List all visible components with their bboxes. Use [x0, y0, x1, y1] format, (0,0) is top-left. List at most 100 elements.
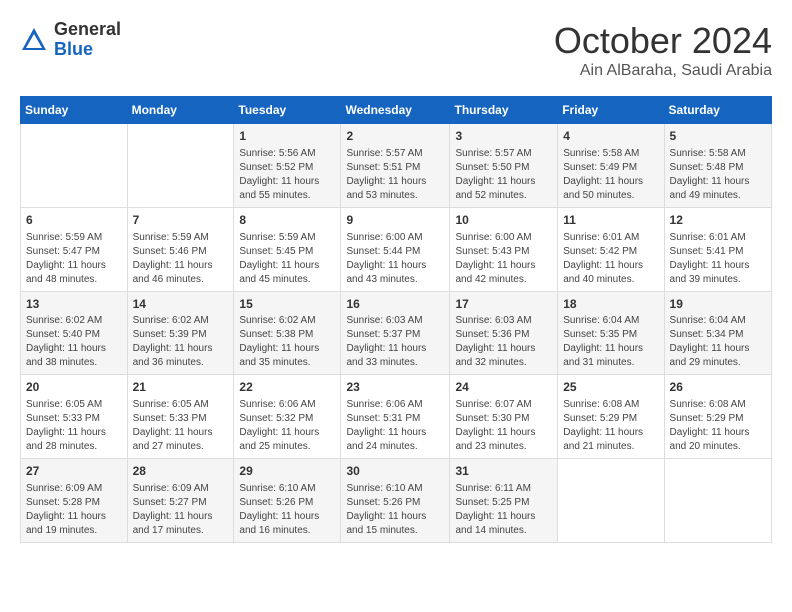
calendar-cell: 16 Sunrise: 6:03 AMSunset: 5:37 PMDaylig… [341, 291, 450, 375]
day-info: Sunrise: 5:59 AMSunset: 5:45 PMDaylight:… [239, 231, 335, 287]
day-info: Sunrise: 5:57 AMSunset: 5:51 PMDaylight:… [346, 147, 444, 203]
calendar-cell [127, 124, 234, 208]
day-info: Sunrise: 6:08 AMSunset: 5:29 PMDaylight:… [563, 398, 658, 454]
calendar-week-row: 13 Sunrise: 6:02 AMSunset: 5:40 PMDaylig… [21, 291, 772, 375]
day-number: 3 [455, 128, 552, 145]
calendar-cell: 2 Sunrise: 5:57 AMSunset: 5:51 PMDayligh… [341, 124, 450, 208]
day-number: 30 [346, 463, 444, 480]
weekday-header-thursday: Thursday [450, 97, 558, 124]
day-info: Sunrise: 6:08 AMSunset: 5:29 PMDaylight:… [670, 398, 766, 454]
day-info: Sunrise: 6:01 AMSunset: 5:42 PMDaylight:… [563, 231, 658, 287]
day-info: Sunrise: 6:05 AMSunset: 5:33 PMDaylight:… [26, 398, 122, 454]
day-number: 14 [133, 296, 229, 313]
logo: General Blue [20, 20, 121, 60]
day-info: Sunrise: 6:07 AMSunset: 5:30 PMDaylight:… [455, 398, 552, 454]
day-info: Sunrise: 6:04 AMSunset: 5:35 PMDaylight:… [563, 314, 658, 370]
day-info: Sunrise: 6:03 AMSunset: 5:36 PMDaylight:… [455, 314, 552, 370]
weekday-header-tuesday: Tuesday [234, 97, 341, 124]
title-block: October 2024 Ain AlBaraha, Saudi Arabia [554, 20, 772, 80]
weekday-header-monday: Monday [127, 97, 234, 124]
calendar-cell [558, 459, 664, 543]
day-number: 6 [26, 212, 122, 229]
day-number: 25 [563, 379, 658, 396]
day-info: Sunrise: 6:04 AMSunset: 5:34 PMDaylight:… [670, 314, 766, 370]
day-number: 31 [455, 463, 552, 480]
weekday-header-wednesday: Wednesday [341, 97, 450, 124]
calendar-cell: 14 Sunrise: 6:02 AMSunset: 5:39 PMDaylig… [127, 291, 234, 375]
day-number: 9 [346, 212, 444, 229]
day-number: 4 [563, 128, 658, 145]
calendar-cell: 15 Sunrise: 6:02 AMSunset: 5:38 PMDaylig… [234, 291, 341, 375]
day-number: 16 [346, 296, 444, 313]
weekday-header-friday: Friday [558, 97, 664, 124]
day-info: Sunrise: 6:00 AMSunset: 5:43 PMDaylight:… [455, 231, 552, 287]
day-number: 5 [670, 128, 766, 145]
day-info: Sunrise: 6:06 AMSunset: 5:31 PMDaylight:… [346, 398, 444, 454]
calendar-cell: 19 Sunrise: 6:04 AMSunset: 5:34 PMDaylig… [664, 291, 771, 375]
day-info: Sunrise: 6:03 AMSunset: 5:37 PMDaylight:… [346, 314, 444, 370]
calendar-week-row: 20 Sunrise: 6:05 AMSunset: 5:33 PMDaylig… [21, 375, 772, 459]
day-number: 26 [670, 379, 766, 396]
day-info: Sunrise: 5:58 AMSunset: 5:49 PMDaylight:… [563, 147, 658, 203]
day-number: 7 [133, 212, 229, 229]
day-info: Sunrise: 6:06 AMSunset: 5:32 PMDaylight:… [239, 398, 335, 454]
calendar-cell: 7 Sunrise: 5:59 AMSunset: 5:46 PMDayligh… [127, 207, 234, 291]
calendar-cell: 22 Sunrise: 6:06 AMSunset: 5:32 PMDaylig… [234, 375, 341, 459]
weekday-header-saturday: Saturday [664, 97, 771, 124]
calendar-week-row: 6 Sunrise: 5:59 AMSunset: 5:47 PMDayligh… [21, 207, 772, 291]
calendar-week-row: 1 Sunrise: 5:56 AMSunset: 5:52 PMDayligh… [21, 124, 772, 208]
calendar-week-row: 27 Sunrise: 6:09 AMSunset: 5:28 PMDaylig… [21, 459, 772, 543]
day-number: 29 [239, 463, 335, 480]
calendar-cell: 26 Sunrise: 6:08 AMSunset: 5:29 PMDaylig… [664, 375, 771, 459]
day-number: 11 [563, 212, 658, 229]
calendar-cell: 21 Sunrise: 6:05 AMSunset: 5:33 PMDaylig… [127, 375, 234, 459]
calendar-cell: 17 Sunrise: 6:03 AMSunset: 5:36 PMDaylig… [450, 291, 558, 375]
day-number: 17 [455, 296, 552, 313]
calendar-cell: 29 Sunrise: 6:10 AMSunset: 5:26 PMDaylig… [234, 459, 341, 543]
calendar-cell: 31 Sunrise: 6:11 AMSunset: 5:25 PMDaylig… [450, 459, 558, 543]
day-number: 2 [346, 128, 444, 145]
day-number: 22 [239, 379, 335, 396]
calendar-header-row: SundayMondayTuesdayWednesdayThursdayFrid… [21, 97, 772, 124]
day-number: 24 [455, 379, 552, 396]
calendar-cell: 1 Sunrise: 5:56 AMSunset: 5:52 PMDayligh… [234, 124, 341, 208]
calendar-cell: 13 Sunrise: 6:02 AMSunset: 5:40 PMDaylig… [21, 291, 128, 375]
calendar-cell: 18 Sunrise: 6:04 AMSunset: 5:35 PMDaylig… [558, 291, 664, 375]
day-info: Sunrise: 5:59 AMSunset: 5:46 PMDaylight:… [133, 231, 229, 287]
calendar-cell [21, 124, 128, 208]
day-number: 10 [455, 212, 552, 229]
calendar-cell: 24 Sunrise: 6:07 AMSunset: 5:30 PMDaylig… [450, 375, 558, 459]
day-info: Sunrise: 6:02 AMSunset: 5:39 PMDaylight:… [133, 314, 229, 370]
day-number: 21 [133, 379, 229, 396]
calendar-table: SundayMondayTuesdayWednesdayThursdayFrid… [20, 96, 772, 543]
calendar-cell: 23 Sunrise: 6:06 AMSunset: 5:31 PMDaylig… [341, 375, 450, 459]
day-number: 1 [239, 128, 335, 145]
day-number: 13 [26, 296, 122, 313]
day-info: Sunrise: 5:59 AMSunset: 5:47 PMDaylight:… [26, 231, 122, 287]
calendar-cell: 12 Sunrise: 6:01 AMSunset: 5:41 PMDaylig… [664, 207, 771, 291]
day-number: 27 [26, 463, 122, 480]
day-info: Sunrise: 6:09 AMSunset: 5:28 PMDaylight:… [26, 482, 122, 538]
page-header: General Blue October 2024 Ain AlBaraha, … [20, 20, 772, 80]
day-number: 28 [133, 463, 229, 480]
day-number: 20 [26, 379, 122, 396]
day-info: Sunrise: 6:02 AMSunset: 5:38 PMDaylight:… [239, 314, 335, 370]
calendar-cell: 10 Sunrise: 6:00 AMSunset: 5:43 PMDaylig… [450, 207, 558, 291]
day-number: 18 [563, 296, 658, 313]
day-info: Sunrise: 5:58 AMSunset: 5:48 PMDaylight:… [670, 147, 766, 203]
day-info: Sunrise: 5:57 AMSunset: 5:50 PMDaylight:… [455, 147, 552, 203]
calendar-cell: 25 Sunrise: 6:08 AMSunset: 5:29 PMDaylig… [558, 375, 664, 459]
day-info: Sunrise: 6:00 AMSunset: 5:44 PMDaylight:… [346, 231, 444, 287]
calendar-cell: 6 Sunrise: 5:59 AMSunset: 5:47 PMDayligh… [21, 207, 128, 291]
logo-text: General Blue [54, 20, 121, 60]
day-info: Sunrise: 6:09 AMSunset: 5:27 PMDaylight:… [133, 482, 229, 538]
calendar-cell: 8 Sunrise: 5:59 AMSunset: 5:45 PMDayligh… [234, 207, 341, 291]
day-info: Sunrise: 6:01 AMSunset: 5:41 PMDaylight:… [670, 231, 766, 287]
calendar-cell: 3 Sunrise: 5:57 AMSunset: 5:50 PMDayligh… [450, 124, 558, 208]
month-title: October 2024 [554, 20, 772, 62]
day-info: Sunrise: 6:11 AMSunset: 5:25 PMDaylight:… [455, 482, 552, 538]
day-info: Sunrise: 6:10 AMSunset: 5:26 PMDaylight:… [346, 482, 444, 538]
day-number: 8 [239, 212, 335, 229]
calendar-cell [664, 459, 771, 543]
weekday-header-sunday: Sunday [21, 97, 128, 124]
